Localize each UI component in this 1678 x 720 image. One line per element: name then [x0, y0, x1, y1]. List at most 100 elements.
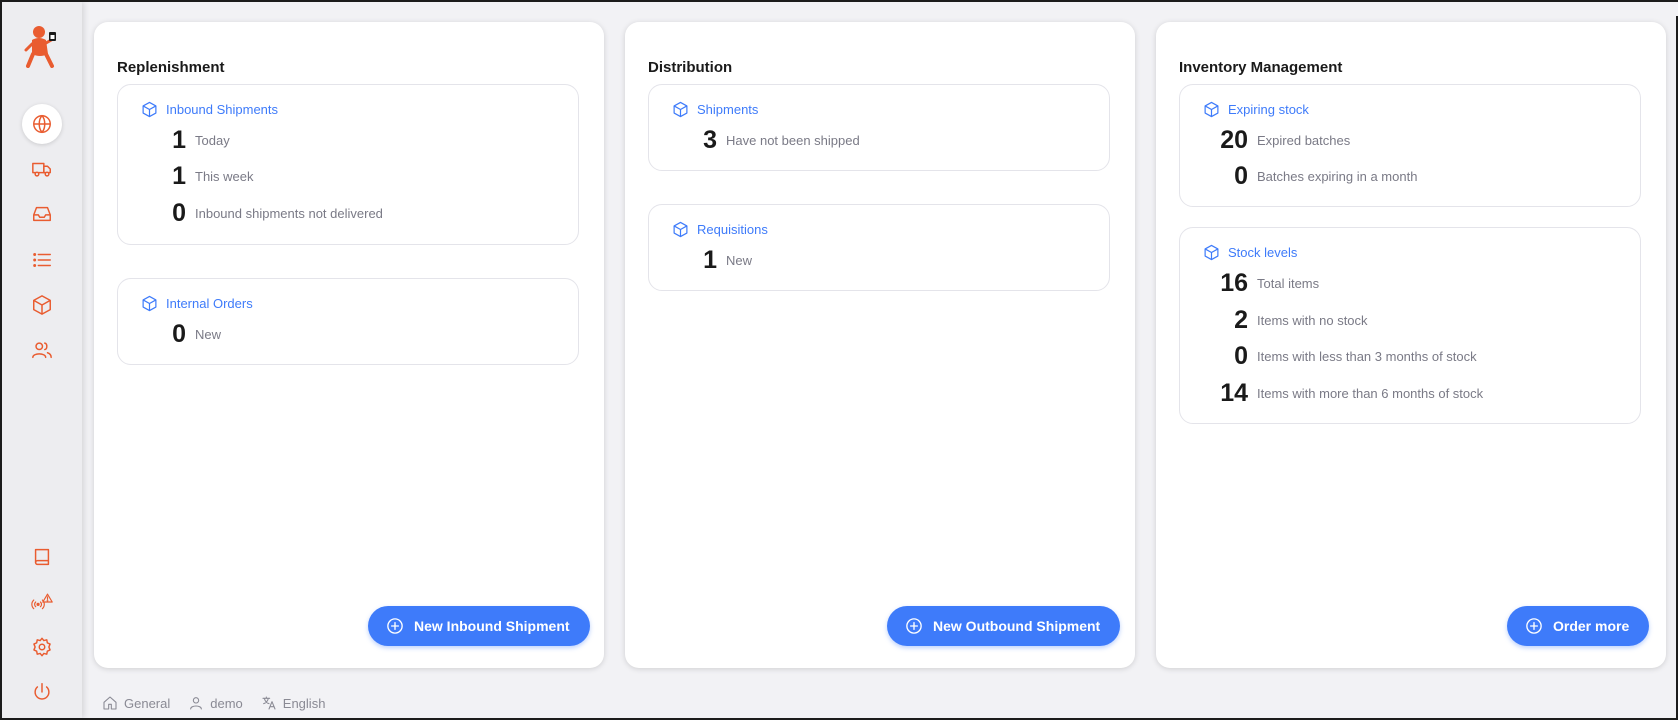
- widget-title: Requisitions: [697, 222, 768, 237]
- widget-title: Stock levels: [1228, 245, 1298, 260]
- stat-row: 0 New: [118, 319, 221, 349]
- internal-orders-link[interactable]: Internal Orders: [141, 295, 253, 312]
- catalogue-nav-item[interactable]: [22, 240, 62, 280]
- book-icon: [34, 548, 50, 566]
- sync-warning-icon: [31, 593, 53, 610]
- new-outbound-shipment-button[interactable]: New Outbound Shipment: [887, 606, 1121, 646]
- stat-row: 14 Items with more than 6 months of stoc…: [1180, 378, 1483, 408]
- stat-label: New: [195, 326, 222, 342]
- top-bar: [82, 2, 1678, 16]
- button-label: Order more: [1553, 618, 1630, 634]
- stat-row: 0 Items with less than 3 months of stock: [1180, 341, 1477, 371]
- stat-value: 1: [172, 125, 186, 154]
- box-icon: [673, 221, 688, 238]
- replenishment-nav-item[interactable]: [22, 194, 62, 234]
- shipments-link[interactable]: Shipments: [672, 101, 758, 118]
- stat-value: 1: [703, 245, 717, 274]
- stat-value: 0: [1234, 341, 1248, 370]
- widget-title: Expiring stock: [1228, 102, 1309, 117]
- sync-nav-item[interactable]: [22, 582, 62, 622]
- settings-nav-item[interactable]: [22, 627, 62, 667]
- user-menu[interactable]: demo: [188, 695, 243, 711]
- shipments-widget: Shipments 3 Have not been shipped: [648, 84, 1110, 171]
- power-icon: [34, 683, 50, 700]
- stat-label: New: [726, 252, 753, 268]
- requisitions-link[interactable]: Requisitions: [672, 221, 768, 238]
- widget-title: Internal Orders: [166, 296, 253, 311]
- stat-value: 1: [172, 161, 186, 190]
- home-icon: [103, 696, 117, 710]
- stock-levels-widget: Stock levels 16 Total items 2 Items with…: [1179, 227, 1641, 424]
- gear-icon: [33, 637, 51, 657]
- panel-title: Replenishment: [117, 59, 225, 76]
- box-icon: [33, 295, 51, 315]
- stat-row: 16 Total items: [1180, 268, 1319, 298]
- language-selector[interactable]: English: [261, 695, 326, 711]
- stat-label: Have not been shipped: [726, 132, 860, 148]
- distribution-panel: Distribution Shipments 3 Have not been s…: [625, 22, 1135, 668]
- box-icon: [673, 101, 688, 118]
- expiring-stock-widget: Expiring stock 20 Expired batches 0 Batc…: [1179, 84, 1641, 207]
- replenishment-panel: Replenishment Inbound Shipments 1 Today …: [94, 22, 604, 668]
- stat-value: 0: [172, 319, 186, 348]
- widget-title: Shipments: [697, 102, 759, 117]
- stat-value: 16: [1220, 268, 1248, 297]
- stock-levels-link[interactable]: Stock levels: [1203, 244, 1297, 261]
- order-more-button[interactable]: Order more: [1507, 606, 1650, 646]
- inventory-nav-item[interactable]: [22, 285, 62, 325]
- new-inbound-shipment-button[interactable]: New Inbound Shipment: [368, 606, 590, 646]
- store-name: General: [124, 695, 171, 711]
- dashboard-main: Replenishment Inbound Shipments 1 Today …: [82, 2, 1678, 718]
- inbound-shipments-link[interactable]: Inbound Shipments: [141, 101, 278, 118]
- list-icon: [33, 253, 51, 267]
- store-mascot-logo[interactable]: [22, 24, 62, 68]
- stat-label: This week: [195, 168, 254, 184]
- dashboard-nav-item[interactable]: [22, 104, 62, 144]
- button-label: New Outbound Shipment: [933, 618, 1101, 634]
- store-selector[interactable]: General: [102, 695, 170, 711]
- stat-row: 0 Batches expiring in a month: [1180, 161, 1417, 191]
- inventory-management-panel: Inventory Management Expiring stock 20 E…: [1156, 22, 1666, 668]
- user-name: demo: [210, 695, 243, 711]
- plus-circle-icon: [1526, 618, 1542, 634]
- stat-label: Inbound shipments not delivered: [195, 205, 383, 221]
- internal-orders-widget: Internal Orders 0 New: [117, 278, 579, 365]
- panel-title: Inventory Management: [1179, 59, 1343, 76]
- stat-label: Expired batches: [1257, 132, 1351, 148]
- stat-label: Batches expiring in a month: [1257, 168, 1418, 184]
- stat-value: 0: [172, 198, 186, 227]
- stat-label: Total items: [1257, 275, 1320, 291]
- inbound-shipments-widget: Inbound Shipments 1 Today 1 This week 0 …: [117, 84, 579, 245]
- stat-row: 20 Expired batches: [1180, 125, 1350, 155]
- requisitions-widget: Requisitions 1 New: [648, 204, 1110, 291]
- distribution-nav-item[interactable]: [22, 149, 62, 189]
- patients-nav-item[interactable]: [22, 330, 62, 370]
- stat-label: Today: [195, 132, 230, 148]
- button-label: New Inbound Shipment: [414, 618, 570, 634]
- status-footer: General demo English: [82, 688, 1678, 718]
- stat-value: 0: [1234, 161, 1248, 190]
- app-window: Replenishment Inbound Shipments 1 Today …: [0, 0, 1678, 720]
- stat-row: 0 Inbound shipments not delivered: [118, 198, 383, 228]
- expiring-stock-link[interactable]: Expiring stock: [1203, 101, 1309, 118]
- translate-icon: [262, 696, 276, 710]
- stat-row: 1 Today: [118, 125, 230, 155]
- logout-nav-item[interactable]: [22, 672, 62, 712]
- stat-row: 1 New: [649, 245, 752, 275]
- plus-circle-icon: [906, 618, 922, 634]
- widget-title: Inbound Shipments: [166, 102, 279, 117]
- stat-row: 3 Have not been shipped: [649, 125, 860, 155]
- box-icon: [1204, 101, 1219, 118]
- box-icon: [142, 295, 157, 312]
- stat-row: 1 This week: [118, 161, 254, 191]
- help-nav-item[interactable]: [22, 537, 62, 577]
- stat-label: Items with less than 3 months of stock: [1257, 348, 1477, 364]
- box-icon: [142, 101, 157, 118]
- stat-value: 20: [1220, 125, 1248, 154]
- box-icon: [1204, 244, 1219, 261]
- language-name: English: [282, 695, 326, 711]
- panel-title: Distribution: [648, 59, 733, 76]
- users-icon: [32, 342, 52, 359]
- stat-value: 14: [1220, 378, 1248, 407]
- stat-label: Items with no stock: [1257, 312, 1368, 328]
